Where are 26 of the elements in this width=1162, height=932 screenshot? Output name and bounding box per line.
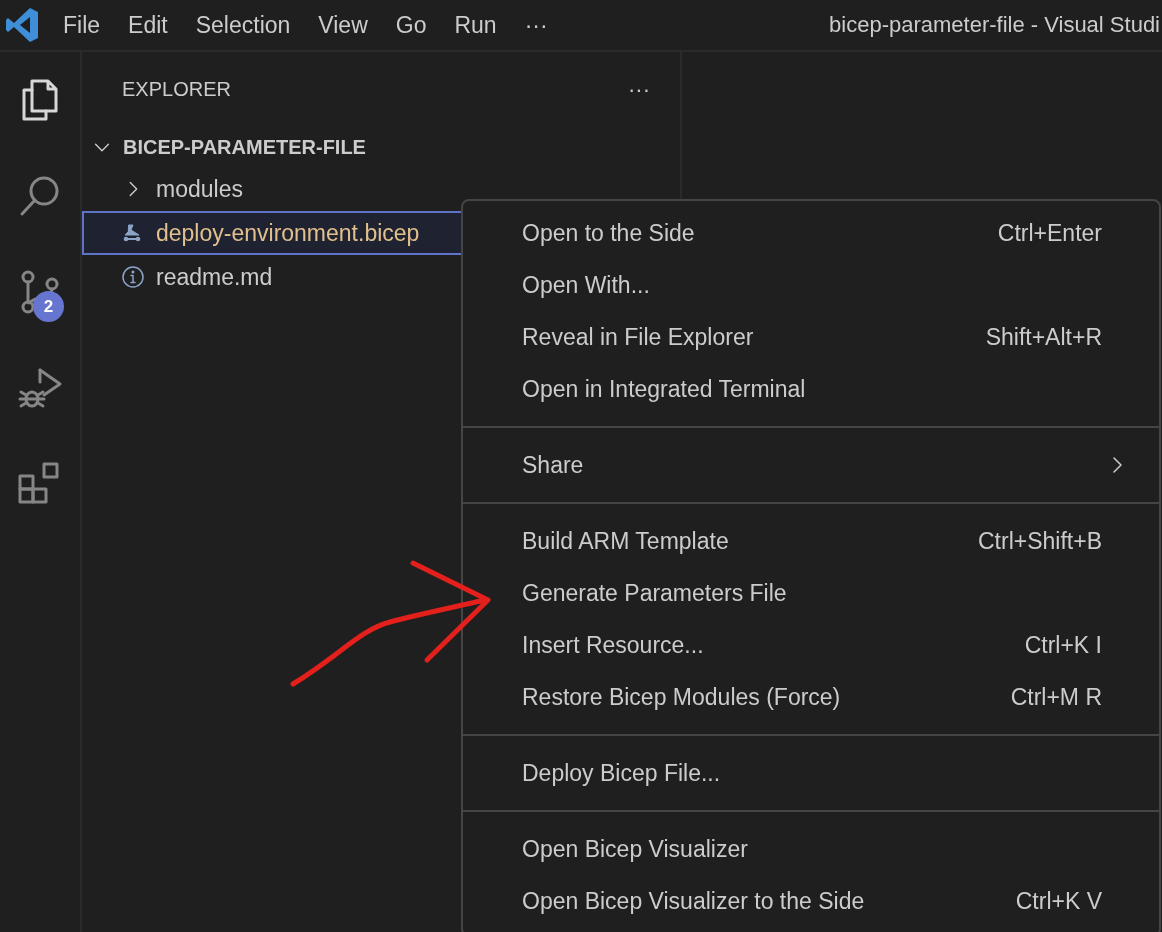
menu-item[interactable]: Share <box>463 439 1159 491</box>
menu-item[interactable]: Open Bicep Visualizer <box>463 823 1159 875</box>
menu-item[interactable]: Generate Parameters File <box>463 567 1159 619</box>
menu-item[interactable]: Open Bicep Visualizer to the Side Ctrl+K V <box>463 875 1159 927</box>
window-title: bicep-parameter-file - Visual Studi <box>829 12 1161 38</box>
menu-bar-item[interactable]: File <box>49 0 115 50</box>
menu-bar-item[interactable]: ··· <box>510 0 562 50</box>
app-logo <box>5 7 39 43</box>
activity-bar-item[interactable]: 2 <box>0 244 80 340</box>
menu-bar-item[interactable]: Go <box>381 0 441 50</box>
menu-item[interactable]: Insert Resource... Ctrl+K I <box>463 619 1159 671</box>
info-icon <box>121 265 145 289</box>
menu-item[interactable]: Open With... <box>463 259 1159 311</box>
menu-item[interactable]: Reveal in File Explorer Shift+Alt+R <box>463 311 1159 363</box>
menu-bar-item[interactable]: Edit <box>114 0 182 50</box>
sidebar-title: EXPLORER <box>122 78 231 101</box>
menu-item[interactable]: Restore Bicep Modules (Force) Ctrl+M R <box>463 671 1159 723</box>
menu-item[interactable]: Open in Integrated Terminal <box>463 363 1159 415</box>
menu-bar-item[interactable]: View <box>304 0 382 50</box>
more-actions-button[interactable]: ··· <box>628 76 650 103</box>
count-badge: 2 <box>33 291 64 322</box>
menu-bar-item[interactable]: Run <box>440 0 511 50</box>
folder-header[interactable]: BICEP-PARAMETER-FILE <box>82 127 680 167</box>
menu-item[interactable]: Build ARM Template Ctrl+Shift+B <box>463 515 1159 567</box>
menu-bar-item[interactable]: Selection <box>181 0 305 50</box>
menu-item[interactable]: Deploy Bicep File... <box>463 747 1159 799</box>
